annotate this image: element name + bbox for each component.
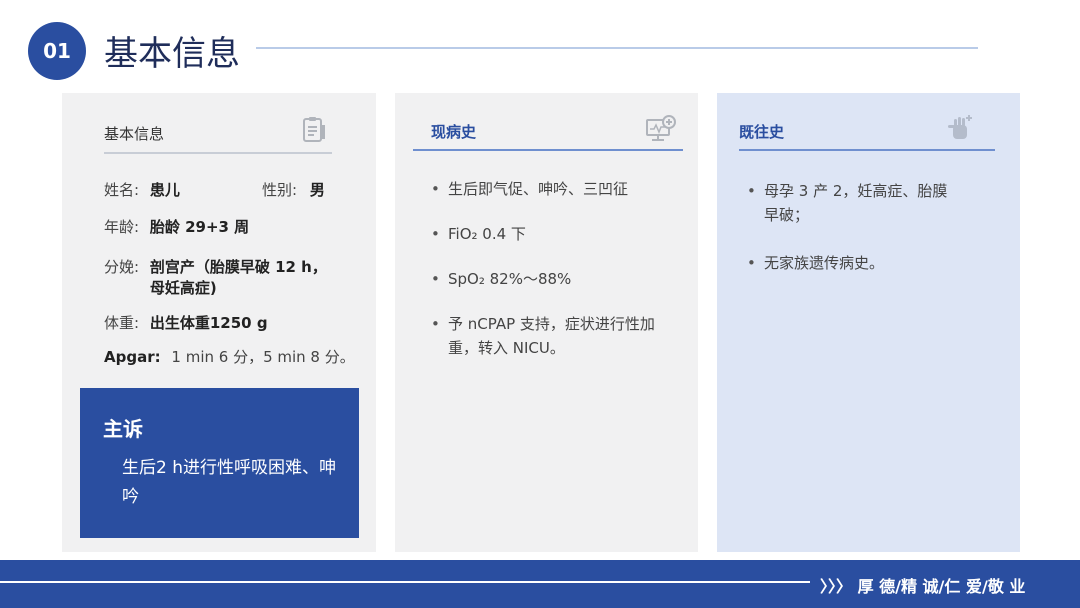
age-value: 胎龄 29+3 周 [149,218,250,236]
apgar-label: Apgar: [104,348,161,366]
delivery-value-line2: 母妊高症) [149,279,217,297]
apgar-value: 1 min 6 分，5 min 8 分。 [171,348,355,366]
title-divider [256,47,978,49]
apgar-row: Apgar: 1 min 6 分，5 min 8 分。 [104,346,355,367]
hand-medical-icon [948,115,972,139]
list-item: SpO₂ 82%～88% [431,267,671,291]
delivery-row: 分娩: 剖宫产（胎膜早破 12 h， 母妊高症) [104,257,327,299]
weight-value: 出生体重1250 g [149,314,268,332]
basic-info-card: 基本信息 姓名: 患儿 性别: 男 年龄: 胎龄 29+3 周 分娩: 剖宫产（… [62,93,376,552]
delivery-label: 分娩: [104,258,140,276]
section-number-badge: 01 [28,22,86,80]
clipboard-icon [303,117,325,142]
sex-value: 男 [309,181,325,199]
sex-row: 性别: 男 [262,179,325,200]
page-title: 基本信息 [104,34,240,74]
sex-label: 性别: [262,181,298,199]
basic-info-rule [104,152,332,154]
present-history-list: 生后即气促、呻吟、三凹征 FiO₂ 0.4 下 SpO₂ 82%～88% 予 n… [431,177,671,360]
chief-complaint-box: 主诉 生后2 h进行性呼吸困难、呻吟 [80,388,359,538]
footer-motto: 〉〉〉 厚 德/精 诚/仁 爱/敬 业 [820,577,1026,596]
footer-bar: 〉〉〉 厚 德/精 诚/仁 爱/敬 业 [0,560,1080,608]
list-item: 予 nCPAP 支持，症状进行性加重，转入 NICU。 [431,312,671,360]
age-label: 年龄: [104,218,140,236]
past-history-rule [739,149,995,151]
weight-row: 体重: 出生体重1250 g [104,312,268,333]
past-history-card: 既往史 母孕 3 产 2，妊高症、胎膜早破； 无家族遗传病史。 [717,93,1020,552]
present-history-rule [413,149,683,151]
name-label: 姓名: [104,181,140,199]
list-item: 无家族遗传病史。 [747,251,952,275]
monitor-plus-icon [646,115,676,141]
name-value: 患儿 [149,181,180,199]
present-history-card: 现病史 生后即气促、呻吟、三凹征 FiO₂ 0.4 下 SpO₂ 82%～88%… [395,93,698,552]
delivery-value-line1: 剖宫产（胎膜早破 12 h， [149,258,327,276]
age-row: 年龄: 胎龄 29+3 周 [104,216,249,237]
list-item: 母孕 3 产 2，妊高症、胎膜早破； [747,179,952,227]
chief-complaint-text: 生后2 h进行性呼吸困难、呻吟 [122,458,336,507]
list-item: 生后即气促、呻吟、三凹征 [431,177,671,201]
basic-info-heading: 基本信息 [104,125,165,143]
past-history-heading: 既往史 [739,123,785,141]
past-history-list: 母孕 3 产 2，妊高症、胎膜早破； 无家族遗传病史。 [747,179,952,275]
weight-label: 体重: [104,314,140,332]
list-item: FiO₂ 0.4 下 [431,222,671,246]
footer-line [0,581,810,583]
chief-complaint-title: 主诉 [103,417,143,441]
name-row: 姓名: 患儿 [104,179,180,200]
present-history-heading: 现病史 [431,123,477,141]
